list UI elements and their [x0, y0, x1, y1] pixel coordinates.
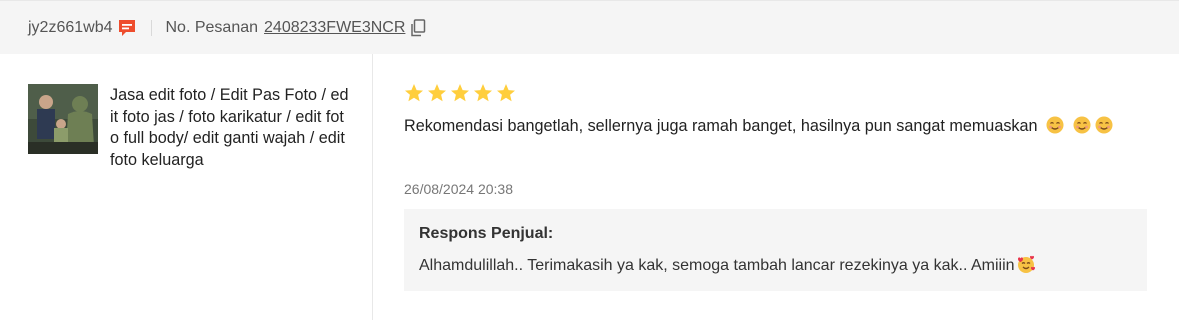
seller-response-message: Alhamdulillah.. Terimakasih ya kak, semo…: [419, 257, 1015, 274]
order-header: jy2z661wb4 No. Pesanan 2408233FWE3NCR: [0, 0, 1179, 54]
star-icon: [497, 84, 515, 102]
review-body: Jasa edit foto / Edit Pas Foto / edit fo…: [0, 54, 1179, 320]
smiling-face-with-hearts-icon: [1016, 254, 1036, 274]
header-divider: [150, 19, 152, 36]
rating-stars: [404, 83, 516, 103]
seller-response-text: Alhamdulillah.. Terimakasih ya kak, semo…: [419, 254, 1132, 275]
star-icon: [474, 84, 492, 102]
product-name-link[interactable]: Jasa edit foto / Edit Pas Foto / edit fo…: [110, 85, 350, 171]
star-icon: [451, 84, 469, 102]
order-number-label: No. Pesanan: [165, 18, 259, 36]
review-comment: Rekomendasi bangetlah, sellernya juga ra…: [404, 117, 1038, 135]
review-timestamp: 26/08/2024 20:38: [404, 181, 513, 197]
chat-bubble-icon[interactable]: [117, 18, 137, 38]
smiling-face-icon: [1073, 116, 1091, 134]
seller-response-box: Respons Penjual: Alhamdulillah.. Terimak…: [404, 209, 1147, 291]
buyer-username[interactable]: jy2z661wb4: [28, 19, 113, 37]
copy-icon[interactable]: [410, 18, 426, 37]
product-column: Jasa edit foto / Edit Pas Foto / edit fo…: [0, 54, 373, 320]
review-text: Rekomendasi bangetlah, sellernya juga ra…: [404, 114, 1154, 139]
star-icon: [428, 84, 446, 102]
product-thumbnail[interactable]: [28, 84, 98, 154]
smiling-face-icon: [1095, 116, 1113, 134]
star-icon: [405, 84, 423, 102]
smiling-face-icon: [1046, 116, 1064, 134]
order-number-link[interactable]: 2408233FWE3NCR: [264, 19, 405, 37]
seller-response-title: Respons Penjual:: [419, 225, 554, 242]
